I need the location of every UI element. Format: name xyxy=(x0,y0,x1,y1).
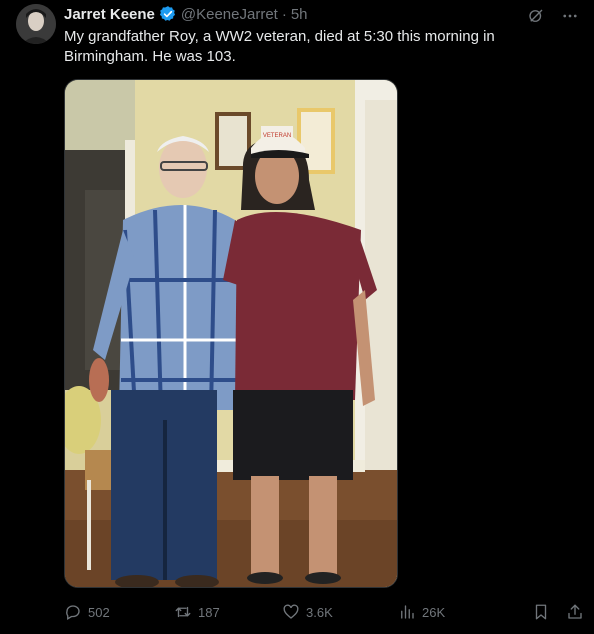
avatar[interactable] xyxy=(16,4,56,44)
bookmark-icon xyxy=(535,604,547,620)
share-button[interactable] xyxy=(566,603,584,621)
views-count: 26K xyxy=(422,604,446,620)
reply-count: 502 xyxy=(88,604,110,620)
separator: · xyxy=(281,5,287,23)
cap-text: VETERAN xyxy=(263,133,291,139)
tweet-photo[interactable]: VETERAN xyxy=(64,79,398,588)
timestamp[interactable]: 5h xyxy=(291,6,308,23)
reply-button[interactable]: 502 xyxy=(64,603,174,621)
reply-icon xyxy=(66,605,80,620)
retweet-button[interactable]: 187 xyxy=(174,603,282,621)
tweet-actions: 502 187 3.6K 26K xyxy=(64,602,584,622)
share-icon xyxy=(568,604,582,619)
photo-grandfather-and-grandson: VETERAN xyxy=(65,80,397,587)
views-button[interactable]: 26K xyxy=(398,603,532,621)
top-actions xyxy=(526,6,580,26)
like-button[interactable]: 3.6K xyxy=(282,603,398,621)
bookmark-button[interactable] xyxy=(532,603,550,621)
like-icon xyxy=(283,604,299,619)
retweet-icon xyxy=(175,606,191,618)
tweet-text: My grandfather Roy, a WW2 veteran, died … xyxy=(64,28,495,65)
views-icon xyxy=(401,605,414,619)
verified-badge-icon xyxy=(159,5,177,23)
grok-icon[interactable] xyxy=(526,6,546,26)
tweet-header: Jarret Keene @KeeneJarret · 5h xyxy=(64,4,308,24)
author-name[interactable]: Jarret Keene xyxy=(64,6,155,23)
like-count: 3.6K xyxy=(306,604,333,620)
secondary-actions xyxy=(532,603,584,621)
more-icon[interactable] xyxy=(560,6,580,26)
author-handle[interactable]: @KeeneJarret xyxy=(181,6,278,23)
avatar-image xyxy=(16,4,56,44)
retweet-count: 187 xyxy=(198,604,220,620)
